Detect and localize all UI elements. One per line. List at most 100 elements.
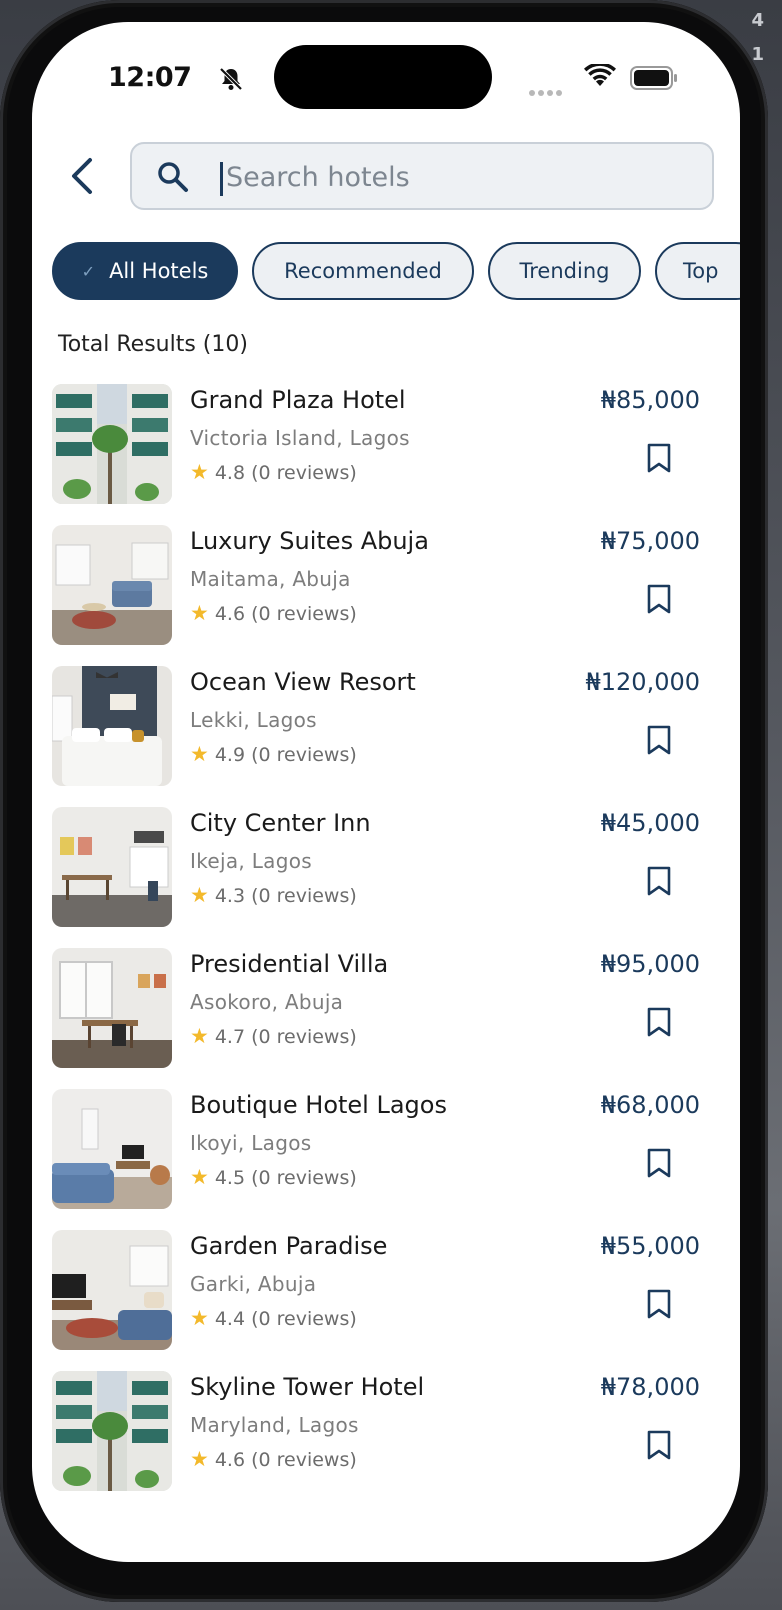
hotel-name: Presidential Villa bbox=[190, 950, 389, 978]
results-count: Total Results (10) bbox=[58, 332, 248, 357]
hotel-price: ₦55,000 bbox=[600, 1232, 700, 1260]
hotel-list-item[interactable]: Luxury Suites Abuja Maitama, Abuja ★ 4.6 … bbox=[32, 525, 740, 666]
hotel-rating: ★ 4.5 (0 reviews) bbox=[190, 1165, 357, 1189]
rating-text: 4.8 (0 reviews) bbox=[214, 462, 357, 484]
wifi-icon bbox=[584, 62, 616, 92]
hotel-name: Luxury Suites Abuja bbox=[190, 527, 429, 555]
hotel-rating: ★ 4.6 (0 reviews) bbox=[190, 601, 357, 625]
star-icon: ★ bbox=[190, 601, 209, 625]
hotel-rating: ★ 4.3 (0 reviews) bbox=[190, 883, 357, 907]
hotel-location: Garki, Abuja bbox=[190, 1272, 317, 1296]
battery-icon bbox=[630, 66, 678, 94]
star-icon: ★ bbox=[190, 1447, 209, 1471]
bookmark-icon bbox=[647, 1148, 671, 1178]
hotel-rating: ★ 4.9 (0 reviews) bbox=[190, 742, 357, 766]
bookmark-button[interactable] bbox=[646, 865, 672, 901]
dining-room-photo bbox=[52, 948, 172, 1068]
hotel-rating: ★ 4.6 (0 reviews) bbox=[190, 1447, 357, 1471]
bookmark-icon bbox=[647, 725, 671, 755]
back-button[interactable] bbox=[60, 152, 104, 200]
bookmark-button[interactable] bbox=[646, 1429, 672, 1465]
search-bar[interactable] bbox=[130, 142, 714, 210]
tropical-courtyard-photo bbox=[52, 384, 172, 504]
hotel-list-item[interactable]: Ocean View Resort Lekki, Lagos ★ 4.9 (0 r… bbox=[32, 666, 740, 807]
kitchen-dining-photo bbox=[52, 807, 172, 927]
side-number: 4 bbox=[751, 10, 764, 31]
hotel-price: ₦120,000 bbox=[585, 668, 700, 696]
bookmark-icon bbox=[647, 1289, 671, 1319]
filter-chip-trending[interactable]: Trending bbox=[488, 242, 641, 300]
hotel-rating: ★ 4.7 (0 reviews) bbox=[190, 1024, 357, 1048]
hotel-location: Lekki, Lagos bbox=[190, 708, 317, 732]
phone-frame: 12:07 Search hotels ✓ All Hotels Recomme… bbox=[0, 0, 768, 1602]
lounge-photo bbox=[52, 1089, 172, 1209]
living-room-photo bbox=[52, 525, 172, 645]
tropical-courtyard-photo bbox=[52, 1371, 172, 1491]
hotel-list-item[interactable]: City Center Inn Ikeja, Lagos ★ 4.3 (0 rev… bbox=[32, 807, 740, 948]
search-icon bbox=[156, 160, 190, 198]
signal-dots-icon bbox=[528, 82, 564, 101]
dynamic-island bbox=[274, 45, 492, 109]
bookmark-button[interactable] bbox=[646, 724, 672, 760]
hotel-rating: ★ 4.4 (0 reviews) bbox=[190, 1306, 357, 1330]
hotel-price: ₦45,000 bbox=[600, 809, 700, 837]
filter-chips: ✓ All Hotels Recommended Trending Top bbox=[52, 242, 740, 306]
bookmark-button[interactable] bbox=[646, 1006, 672, 1042]
hotel-location: Maryland, Lagos bbox=[190, 1413, 359, 1437]
hotel-location: Ikoyi, Lagos bbox=[190, 1131, 312, 1155]
bookmark-icon bbox=[647, 1007, 671, 1037]
hotel-list: Grand Plaza Hotel Victoria Island, Lagos… bbox=[32, 384, 740, 1512]
hotel-name: Boutique Hotel Lagos bbox=[190, 1091, 447, 1119]
hotel-list-item[interactable]: Presidential Villa Asokoro, Abuja ★ 4.7 (… bbox=[32, 948, 740, 1089]
filter-chip-label: Top bbox=[683, 259, 719, 283]
hotel-location: Asokoro, Abuja bbox=[190, 990, 344, 1014]
star-icon: ★ bbox=[190, 460, 209, 484]
bookmark-button[interactable] bbox=[646, 583, 672, 619]
hotel-name: Ocean View Resort bbox=[190, 668, 416, 696]
star-icon: ★ bbox=[190, 742, 209, 766]
filter-chip-label: Recommended bbox=[284, 259, 442, 283]
bookmark-button[interactable] bbox=[646, 442, 672, 478]
bookmark-button[interactable] bbox=[646, 1147, 672, 1183]
filter-chip-top[interactable]: Top bbox=[655, 242, 740, 300]
hotel-list-item[interactable]: Garden Paradise Garki, Abuja ★ 4.4 (0 rev… bbox=[32, 1230, 740, 1371]
rating-text: 4.6 (0 reviews) bbox=[214, 603, 357, 625]
chevron-left-icon bbox=[72, 158, 92, 194]
hotel-rating: ★ 4.8 (0 reviews) bbox=[190, 460, 357, 484]
filter-chip-all-hotels[interactable]: ✓ All Hotels bbox=[52, 242, 238, 300]
rating-text: 4.5 (0 reviews) bbox=[214, 1167, 357, 1189]
bookmark-button[interactable] bbox=[646, 1288, 672, 1324]
text-cursor bbox=[220, 162, 223, 196]
hotel-list-item[interactable]: Grand Plaza Hotel Victoria Island, Lagos… bbox=[32, 384, 740, 525]
bookmark-icon bbox=[647, 584, 671, 614]
hotel-price: ₦95,000 bbox=[600, 950, 700, 978]
hotel-price: ₦68,000 bbox=[600, 1091, 700, 1119]
star-icon: ★ bbox=[190, 1306, 209, 1330]
search-input[interactable] bbox=[224, 156, 688, 198]
app-screen: 12:07 Search hotels ✓ All Hotels Recomme… bbox=[32, 22, 740, 1562]
filter-chip-recommended[interactable]: Recommended bbox=[252, 242, 474, 300]
hotel-location: Maitama, Abuja bbox=[190, 567, 351, 591]
star-icon: ★ bbox=[190, 1165, 209, 1189]
hotel-list-item[interactable]: Skyline Tower Hotel Maryland, Lagos ★ 4.6… bbox=[32, 1371, 740, 1512]
rating-text: 4.4 (0 reviews) bbox=[214, 1308, 357, 1330]
star-icon: ★ bbox=[190, 1024, 209, 1048]
hotel-location: Ikeja, Lagos bbox=[190, 849, 312, 873]
hotel-name: Skyline Tower Hotel bbox=[190, 1373, 425, 1401]
living-room-photo bbox=[52, 1230, 172, 1350]
bookmark-icon bbox=[647, 443, 671, 473]
rating-text: 4.9 (0 reviews) bbox=[214, 744, 357, 766]
filter-chip-label: Trending bbox=[519, 259, 610, 283]
hotel-name: Garden Paradise bbox=[190, 1232, 388, 1260]
muted-bell-icon bbox=[218, 66, 244, 96]
hotel-list-item[interactable]: Boutique Hotel Lagos Ikoyi, Lagos ★ 4.5 (… bbox=[32, 1089, 740, 1230]
hotel-price: ₦75,000 bbox=[600, 527, 700, 555]
filter-chip-label: All Hotels bbox=[109, 259, 209, 283]
bookmark-icon bbox=[647, 1430, 671, 1460]
bedroom-photo bbox=[52, 666, 172, 786]
bookmark-icon bbox=[647, 866, 671, 896]
rating-text: 4.6 (0 reviews) bbox=[214, 1449, 357, 1471]
hotel-name: Grand Plaza Hotel bbox=[190, 386, 406, 414]
rating-text: 4.7 (0 reviews) bbox=[214, 1026, 357, 1048]
rating-text: 4.3 (0 reviews) bbox=[214, 885, 357, 907]
